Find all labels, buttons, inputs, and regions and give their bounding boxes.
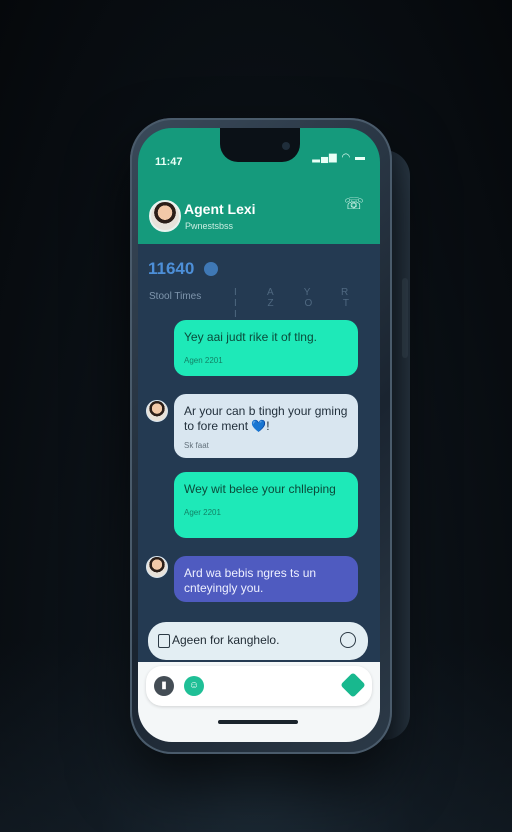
message-text: Ar your can b tingh your gming to fore m… (184, 404, 348, 433)
bottom-toolbar: ▮ ☺ (138, 662, 380, 742)
send-icon[interactable] (340, 672, 366, 698)
message-meta: Agen 2201 (184, 356, 223, 365)
message-bubble-user[interactable]: Yey aai judt rike it of tlng. Agen 2201 (174, 320, 358, 376)
phone-side-button (402, 278, 408, 358)
message-text: Ard wa bebis ngres ts un cnteyingly you. (184, 566, 317, 595)
status-icons: ▂▄▆ ◠ ▬ (312, 152, 366, 163)
summary-ticks: I A Y R I Z O T I (234, 287, 363, 320)
info-badge-icon[interactable] (204, 262, 218, 276)
message-bubble-agent[interactable]: Ard wa bebis ngres ts un cnteyingly you. (174, 556, 358, 602)
phone-call-icon[interactable]: ☏ (344, 194, 364, 216)
message-text: Yey aai judt rike it of tlng. (184, 330, 317, 344)
camera-icon (282, 142, 290, 150)
action-tray: ▮ ☺ (146, 666, 372, 706)
phone-notch (220, 128, 300, 162)
sticker-icon[interactable]: ☺ (184, 676, 204, 696)
agent-name[interactable]: Agent Lexi (184, 201, 256, 217)
input-text[interactable]: Ageen for kanghelo. (172, 633, 279, 647)
message-meta: Sk faat (184, 441, 209, 450)
summary-label: Stool Times (149, 291, 202, 302)
agent-avatar-small (146, 400, 168, 422)
message-input[interactable]: Ageen for kanghelo. (148, 622, 368, 660)
message-bubble-user[interactable]: Wey wit belee your chlleping Ager 2201 (174, 472, 358, 538)
status-time: 11:47 (155, 156, 183, 168)
agent-status: Pwnestsbss (185, 221, 234, 231)
agent-avatar[interactable] (149, 200, 181, 232)
attachment-icon[interactable] (158, 634, 170, 648)
message-text: Wey wit belee your chlleping (184, 482, 336, 496)
emoji-icon[interactable] (340, 632, 356, 648)
agent-avatar-small (146, 556, 168, 578)
phone-screen: 11:47 ▂▄▆ ◠ ▬ Agent Lexi Pwnestsbss ☏ 11… (138, 128, 380, 742)
message-bubble-agent[interactable]: Ar your can b tingh your gming to fore m… (174, 394, 358, 458)
message-meta: Ager 2201 (184, 508, 221, 517)
home-indicator[interactable] (218, 720, 298, 724)
summary-number: 11640 (148, 259, 195, 278)
mic-icon[interactable]: ▮ (154, 676, 174, 696)
